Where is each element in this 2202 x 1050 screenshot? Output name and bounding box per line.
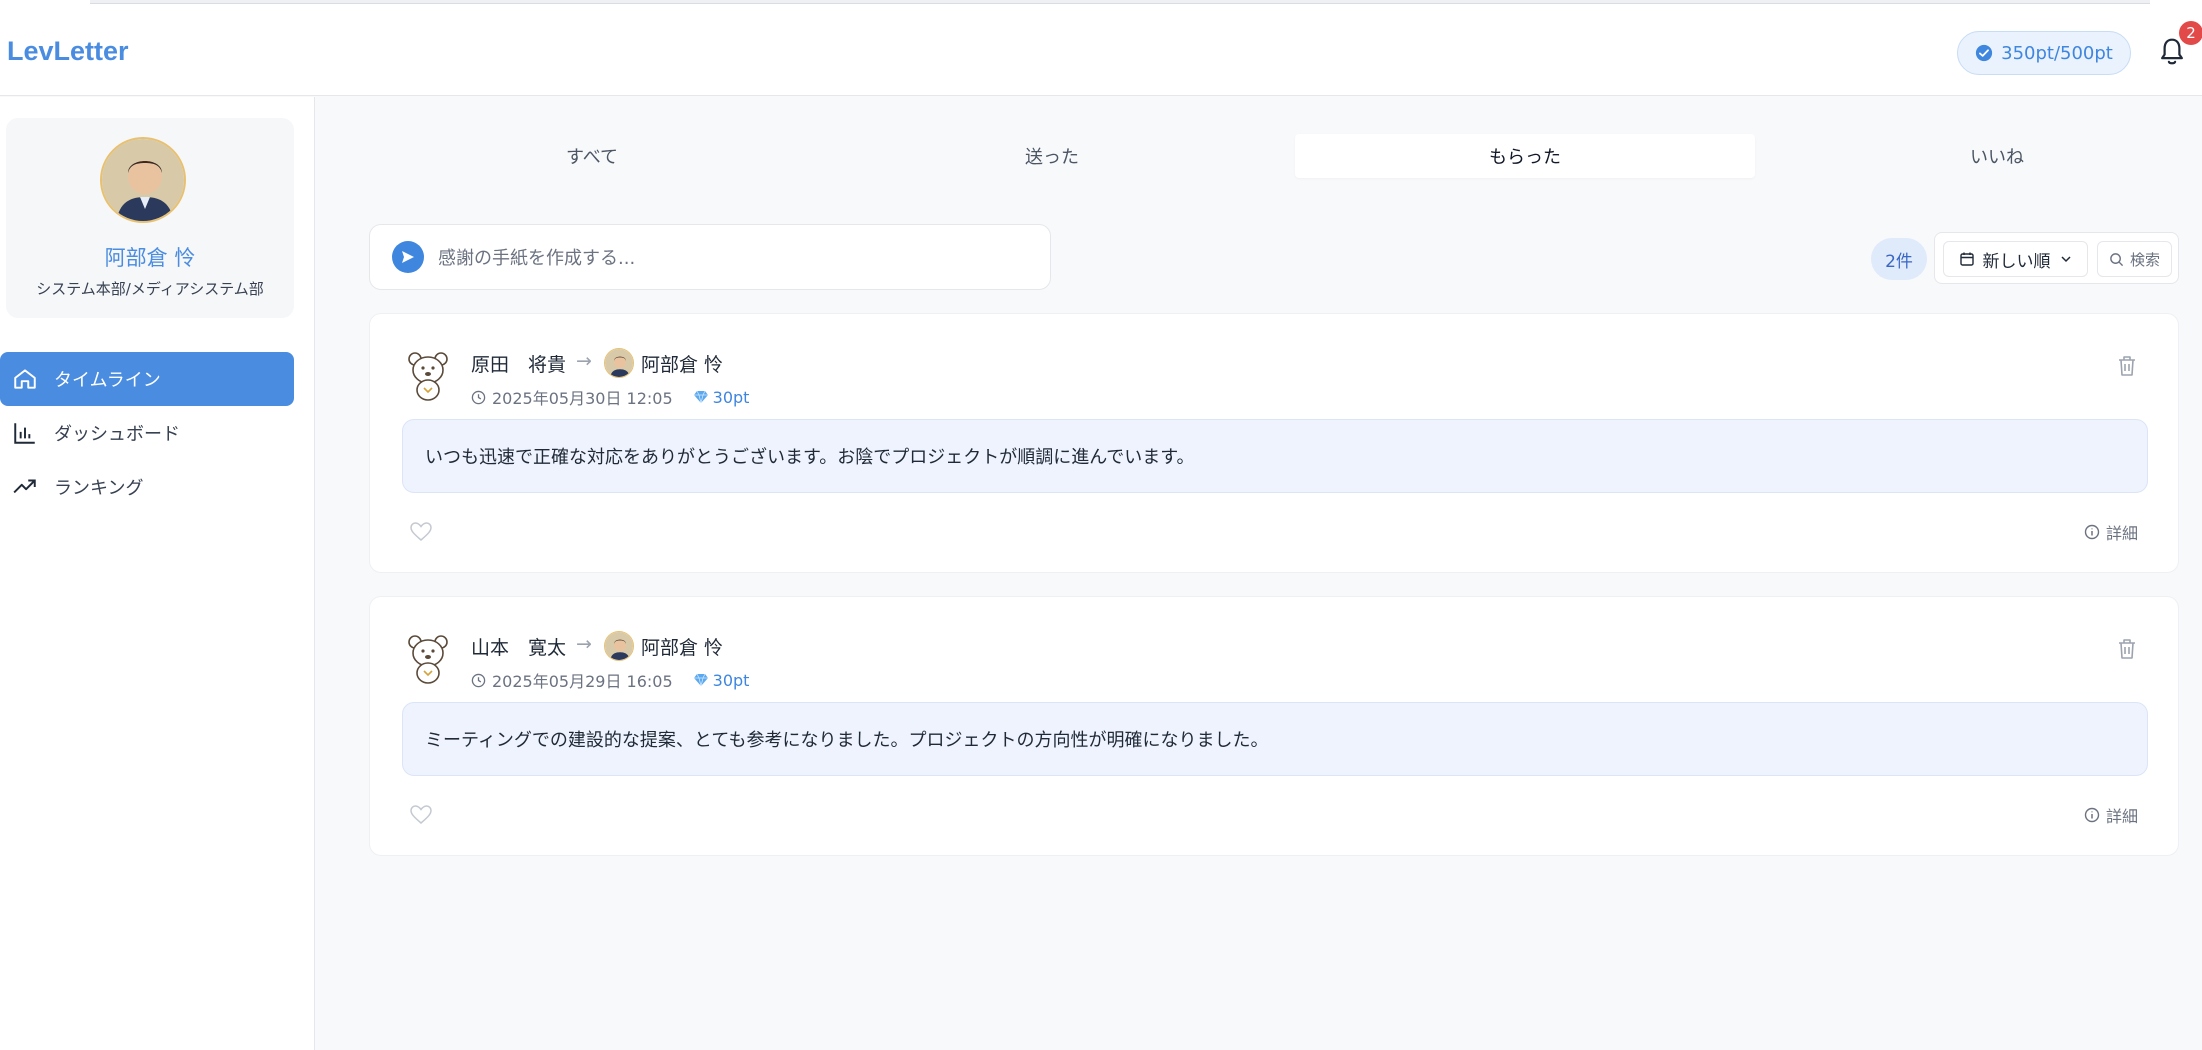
heart-icon[interactable] [410,805,432,825]
sidebar-item-label: ダッシュボード [54,424,180,445]
sidebar: 阿部倉 怜 システム本部/メディアシステム部 タイムライン ダッシュボード ラン… [0,97,315,1050]
sidebar-item-label: ランキング [54,478,144,499]
calendar-icon [1959,252,1974,266]
trash-icon[interactable] [2116,637,2138,661]
letter-points: 30pt [693,387,750,407]
points-text: 350pt/500pt [2001,42,2113,64]
sort-dropdown[interactable]: 新しい順 [1943,241,2088,277]
home-icon [14,369,36,389]
receiver-avatar [604,348,634,378]
notification-badge: 2 [2179,21,2202,45]
letter-card: 原田 将貴 → 阿部倉 怜 2025年05月30日 12:05 30pt いつも… [369,313,2179,573]
detail-button[interactable]: 詳細 [2084,520,2138,544]
check-circle-icon [1976,44,1993,62]
detail-label: 詳細 [2105,524,2138,543]
clock-icon [471,390,486,404]
receiver-name: 阿部倉 怜 [641,637,724,659]
letter-message: ミーティングでの建設的な提案、とても参考になりました。プロジェクトの方向性が明確… [402,702,2148,776]
send-icon [392,241,424,273]
sidebar-item-ranking[interactable]: ランキング [0,460,294,514]
app-logo[interactable]: LevLetter [7,36,129,67]
filter-tabs: すべて 送った もらった いいね [362,134,2202,178]
avatar [100,137,186,223]
list-controls: 新しい順 検索 [1934,232,2179,284]
info-icon [2084,524,2100,540]
sidebar-nav: タイムライン ダッシュボード ランキング [0,352,294,514]
receiver-name: 阿部倉 怜 [641,354,724,376]
sort-label: 新しい順 [1982,251,2051,272]
result-count: 2件 [1871,238,1927,280]
profile-name: 阿部倉 怜 [104,246,196,270]
trash-icon[interactable] [2116,354,2138,378]
letter-date: 2025年05月30日 12:05 [492,389,673,408]
bear-avatar-icon [408,352,448,401]
letter-points-value: 30pt [712,670,750,690]
info-icon [2084,807,2100,823]
receiver-avatar [604,631,634,661]
gem-icon [693,390,708,404]
arrow-right-icon: → [576,350,592,372]
search-button[interactable]: 検索 [2097,241,2172,277]
letter-date: 2025年05月29日 16:05 [492,672,673,691]
bear-avatar-icon [408,635,448,684]
trending-up-icon [13,479,36,494]
sidebar-item-label: タイムライン [54,370,161,391]
letter-points: 30pt [693,670,750,690]
letter-message: いつも迅速で正確な対応をありがとうございます。お陰でプロジェクトが順調に進んでい… [402,419,2148,493]
search-label: 検索 [2129,250,2160,269]
gem-icon [693,673,708,687]
letter-card: 山本 寛太 → 阿部倉 怜 2025年05月29日 16:05 30pt ミーテ… [369,596,2179,856]
tab-likes[interactable]: いいね [1767,134,2202,178]
sender-name: 原田 将貴 [471,354,567,376]
compose-letter-input[interactable]: 感謝の手紙を作成する... [369,224,1051,290]
profile-card: 阿部倉 怜 システム本部/メディアシステム部 [6,118,294,318]
chevron-down-icon [2060,256,2071,263]
app-header: LevLetter 350pt/500pt 2 [0,0,2202,96]
sidebar-item-timeline[interactable]: タイムライン [0,352,294,406]
profile-department: システム本部/メディアシステム部 [36,280,264,298]
search-icon [2110,252,2124,266]
tab-sent[interactable]: 送った [822,134,1282,178]
letter-meta: 2025年05月30日 12:05 30pt [471,385,749,409]
points-badge[interactable]: 350pt/500pt [1957,31,2131,75]
sidebar-item-dashboard[interactable]: ダッシュボード [0,406,294,460]
arrow-right-icon: → [576,633,592,655]
browser-strip [90,0,2150,4]
detail-button[interactable]: 詳細 [2084,803,2138,827]
heart-icon[interactable] [410,522,432,542]
letter-meta: 2025年05月29日 16:05 30pt [471,668,749,692]
tab-received[interactable]: もらった [1295,134,1755,178]
tab-all[interactable]: すべて [362,134,822,178]
compose-placeholder: 感謝の手紙を作成する... [438,248,636,269]
clock-icon [471,673,486,687]
bar-chart-icon [14,423,35,444]
letter-points-value: 30pt [712,387,750,407]
sender-name: 山本 寛太 [471,637,567,659]
detail-label: 詳細 [2105,807,2138,826]
